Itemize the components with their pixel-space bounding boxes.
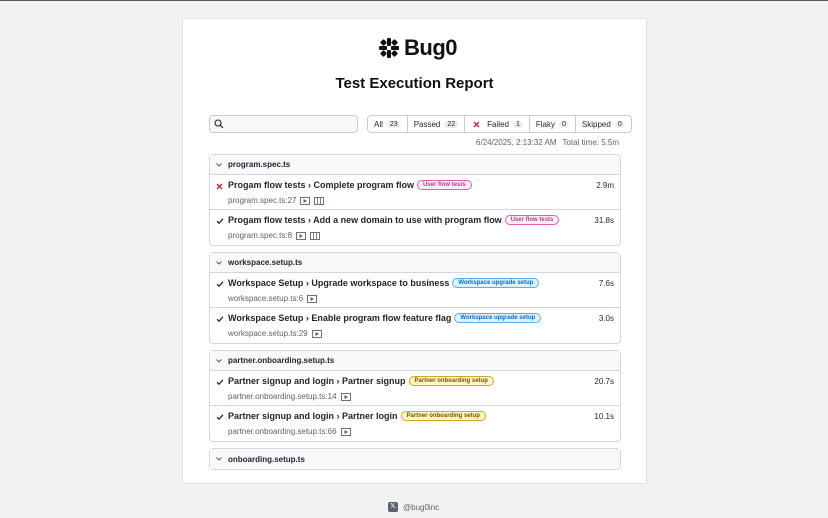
pass-check-icon — [216, 316, 224, 323]
pass-check-icon — [216, 379, 224, 386]
filter-label: Passed — [413, 119, 441, 129]
test-tag[interactable]: Workspace upgrade setup — [452, 278, 540, 288]
bug0-logo-icon — [379, 38, 399, 58]
chevron-down-icon[interactable] — [215, 161, 223, 169]
test-tag[interactable]: Partner onboarding setup — [408, 376, 494, 386]
status-filter-bar: All 23 Passed 22 Failed 1 Flaky 0 Skipped 0 — [367, 115, 632, 133]
test-location: workspace.setup.ts:6 — [228, 294, 304, 303]
filter-count: 0 — [559, 120, 569, 128]
test-title[interactable]: Progam flow tests › Complete program flo… — [228, 180, 414, 190]
search-input[interactable] — [209, 115, 358, 133]
video-attachment-icon[interactable] — [296, 231, 306, 240]
chevron-down-icon[interactable] — [215, 259, 223, 267]
top-border — [0, 0, 828, 1]
file-name: workspace.setup.ts — [228, 258, 303, 267]
test-status — [216, 216, 224, 228]
search-icon — [214, 119, 224, 129]
video-attachment-icon[interactable] — [311, 329, 322, 338]
test-status — [216, 314, 224, 326]
test-file-group: partner.onboarding.setup.ts Partner signu… — [209, 350, 621, 442]
test-tag[interactable]: User flow tests — [504, 215, 560, 225]
filter-all[interactable]: All 23 — [368, 116, 408, 132]
test-status — [216, 181, 223, 193]
test-file-group: onboarding.setup.ts — [209, 448, 621, 470]
filter-skipped[interactable]: Skipped 0 — [576, 116, 631, 132]
trace-attachment-icon[interactable] — [310, 231, 320, 240]
video-attachment-icon[interactable] — [307, 294, 318, 303]
video-attachment-icon[interactable] — [340, 392, 351, 401]
test-location: program.spec.ts:8 — [228, 231, 293, 240]
test-row[interactable]: Partner signup and login › Partner login… — [210, 406, 620, 441]
test-duration: 10.1s — [594, 412, 614, 421]
test-duration: 31.8s — [594, 216, 614, 225]
test-row[interactable]: Partner signup and login › Partner signu… — [210, 371, 620, 406]
test-file-group: workspace.setup.ts Workspace Setup › Upgr… — [209, 252, 621, 344]
test-title[interactable]: Workspace Setup › Enable program flow fe… — [228, 313, 451, 323]
filter-label: All — [374, 119, 383, 129]
test-status — [216, 279, 224, 291]
file-name: onboarding.setup.ts — [228, 454, 305, 464]
file-name: program.spec.ts — [228, 160, 291, 169]
filter-label: Skipped — [581, 119, 611, 129]
file-name: partner.onboarding.setup.ts — [228, 356, 335, 365]
test-location: partner.onboarding.setup.ts:66 — [228, 427, 337, 436]
test-row[interactable]: Workspace Setup › Enable program flow fe… — [210, 308, 620, 343]
footer: 𝕏 @bug0inc — [388, 502, 439, 512]
pass-check-icon — [216, 414, 224, 421]
test-duration: 7.6s — [598, 279, 614, 288]
filter-passed[interactable]: Passed 22 — [408, 116, 466, 132]
test-status — [216, 377, 224, 389]
video-attachment-icon[interactable] — [340, 427, 351, 436]
test-tag[interactable]: Partner onboarding setup — [400, 411, 486, 421]
page-title: Test Execution Report — [335, 75, 494, 92]
filter-count: 1 — [512, 120, 523, 128]
filter-flaky[interactable]: Flaky 0 — [530, 116, 576, 132]
test-location: program.spec.ts:27 — [228, 196, 297, 205]
test-file-list: program.spec.ts Progam flow tests › Compl… — [209, 154, 621, 476]
brand-logo: Bug0 — [378, 35, 458, 60]
filter-count: 22 — [444, 120, 459, 128]
run-datetime: 6/24/2025, 2:13:32 AM — [476, 138, 557, 147]
test-row[interactable]: Progam flow tests › Complete program flo… — [210, 175, 620, 210]
test-title[interactable]: Partner signup and login › Partner login — [228, 411, 398, 421]
test-tag[interactable]: User flow tests — [417, 180, 472, 190]
pass-check-icon — [216, 218, 224, 225]
run-meta: 6/24/2025, 2:13:32 AM Total time: 5.5m — [476, 138, 619, 147]
test-status — [216, 412, 224, 424]
test-duration: 2.9m — [596, 181, 614, 190]
pass-check-icon — [216, 281, 224, 288]
chevron-down-icon[interactable] — [215, 357, 223, 365]
filter-label: Flaky — [535, 119, 555, 129]
filter-count: 0 — [614, 120, 625, 128]
test-tag[interactable]: Workspace upgrade setup — [454, 313, 542, 323]
test-duration: 3.0s — [598, 314, 614, 323]
file-header[interactable]: workspace.setup.ts — [210, 253, 620, 273]
filter-label: Failed — [487, 119, 509, 129]
file-header[interactable]: partner.onboarding.setup.ts — [210, 351, 620, 371]
fail-x-icon — [216, 183, 223, 190]
trace-attachment-icon[interactable] — [314, 196, 325, 205]
footer-handle[interactable]: @bug0inc — [403, 503, 439, 512]
test-location: workspace.setup.ts:29 — [228, 329, 308, 338]
test-row[interactable]: Progam flow tests › Add a new domain to … — [210, 210, 620, 245]
file-header[interactable]: program.spec.ts — [210, 155, 620, 175]
test-title[interactable]: Progam flow tests › Add a new domain to … — [228, 215, 502, 225]
filter-count: 23 — [386, 120, 401, 128]
failed-x-icon — [473, 121, 480, 127]
test-row[interactable]: Workspace Setup › Upgrade workspace to b… — [210, 273, 620, 308]
total-time: Total time: 5.5m — [562, 138, 619, 147]
filter-failed[interactable]: Failed 1 — [465, 116, 530, 132]
test-file-group: program.spec.ts Progam flow tests › Compl… — [209, 154, 621, 246]
file-header[interactable]: onboarding.setup.ts — [210, 449, 620, 469]
x-twitter-icon[interactable]: 𝕏 — [388, 502, 398, 512]
logo-text: Bug0 — [404, 35, 458, 60]
report-card: Bug0 Test Execution Report All 23 Passed 22… — [182, 18, 647, 484]
video-attachment-icon[interactable] — [300, 196, 311, 205]
test-title[interactable]: Partner signup and login › Partner signu… — [228, 376, 406, 386]
test-title[interactable]: Workspace Setup › Upgrade workspace to b… — [228, 278, 449, 288]
test-duration: 20.7s — [594, 377, 614, 386]
test-location: partner.onboarding.setup.ts:14 — [228, 392, 337, 401]
chevron-down-icon[interactable] — [215, 455, 223, 463]
